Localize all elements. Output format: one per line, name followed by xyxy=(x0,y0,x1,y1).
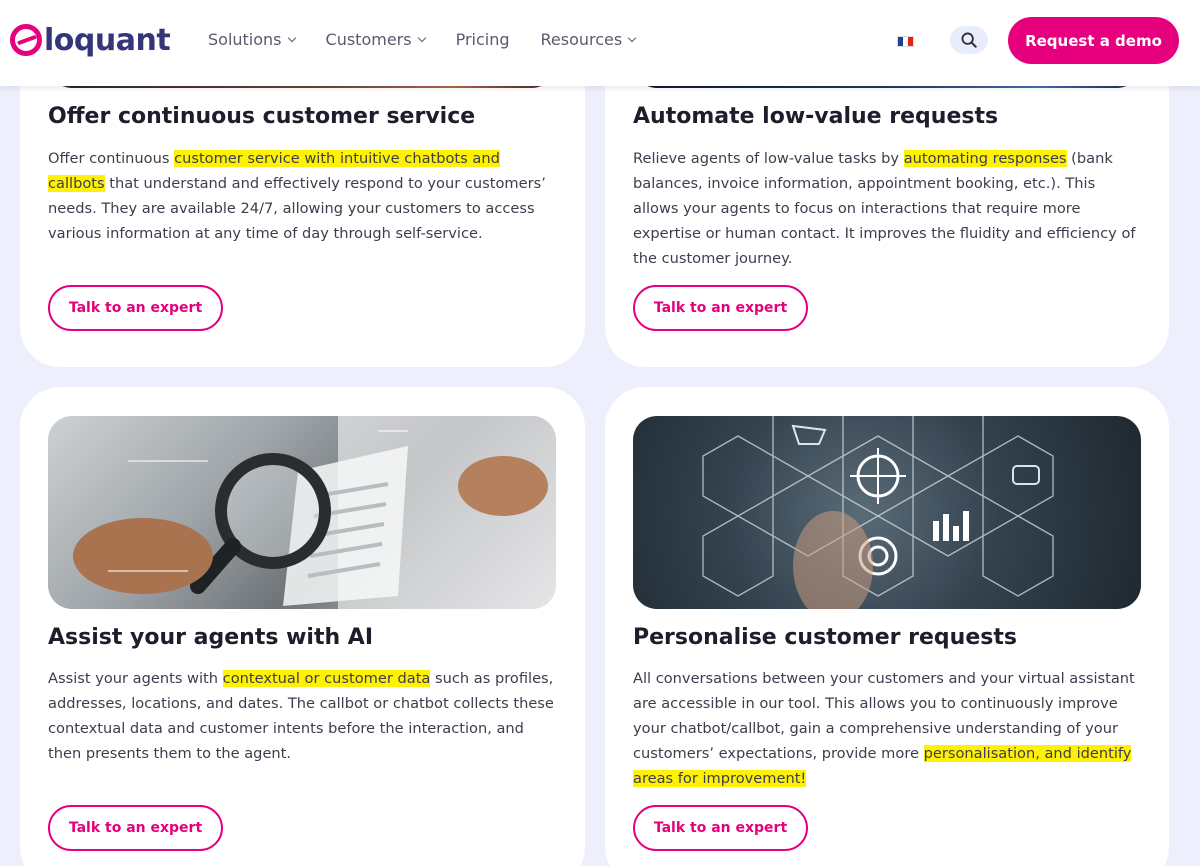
chevron-down-icon xyxy=(417,33,426,43)
talk-to-expert-button[interactable]: Talk to an expert xyxy=(48,285,223,331)
talk-to-expert-button[interactable]: Talk to an expert xyxy=(633,805,808,851)
card-description: Relieve agents of low-value tasks by aut… xyxy=(633,146,1143,271)
card-description: Offer continuous customer service with i… xyxy=(48,146,558,246)
nav-solutions-label: Solutions xyxy=(208,30,282,49)
talk-to-expert-button[interactable]: Talk to an expert xyxy=(633,285,808,331)
card-title: Automate low-value requests xyxy=(633,104,999,129)
nav-resources[interactable]: Resources xyxy=(540,30,637,49)
nav-customers-label: Customers xyxy=(325,30,412,49)
nav-resources-label: Resources xyxy=(540,30,623,49)
nav-pricing-label: Pricing xyxy=(455,30,510,49)
text-part: Offer continuous xyxy=(48,150,175,167)
text-part: Assist your agents with xyxy=(48,670,223,687)
site-header: loquant Solutions Customers Pricing Reso… xyxy=(0,0,1200,86)
card-description: All conversations between your customers… xyxy=(633,666,1143,791)
chevron-down-icon xyxy=(627,33,637,43)
card-title: Personalise customer requests xyxy=(633,625,1017,650)
card-image xyxy=(633,416,1141,609)
card-description: Assist your agents with contextual or cu… xyxy=(48,666,558,766)
card-title: Assist your agents with AI xyxy=(48,625,374,650)
text-part: Relieve agents of low-value tasks by xyxy=(633,150,904,167)
eloquant-logo[interactable]: loquant xyxy=(10,20,171,60)
search-icon xyxy=(961,32,977,48)
card-continuous-service: Offer continuous customer service Offer … xyxy=(20,40,585,367)
hexagon-network-illustration xyxy=(702,416,1054,609)
text-part: that understand and effectively respond … xyxy=(48,175,546,242)
logo-text: loquant xyxy=(44,22,171,58)
text-part: (bank balances, invoice information, app… xyxy=(633,150,1136,267)
card-image xyxy=(48,416,556,609)
magnifier-document-illustration xyxy=(73,416,556,609)
nav-solutions[interactable]: Solutions xyxy=(208,30,296,49)
french-flag-icon[interactable] xyxy=(897,36,914,47)
logo-e-icon xyxy=(10,24,42,56)
highlighted-text: automating responses xyxy=(903,150,1067,167)
main-nav: Solutions Customers Pricing Resources xyxy=(208,30,666,49)
search-button[interactable] xyxy=(950,26,988,54)
nav-customers[interactable]: Customers xyxy=(325,30,426,49)
chevron-down-icon xyxy=(287,33,296,43)
card-personalise-requests: Personalise customer requests All conver… xyxy=(605,387,1169,866)
talk-to-expert-button[interactable]: Talk to an expert xyxy=(48,805,223,851)
highlighted-text: contextual or customer data xyxy=(222,670,431,687)
card-assist-agents: Assist your agents with AI Assist your a… xyxy=(20,387,585,866)
request-demo-button[interactable]: Request a demo xyxy=(1008,17,1179,64)
card-automate-requests: Automate low-value requests Relieve agen… xyxy=(605,40,1169,367)
nav-pricing[interactable]: Pricing xyxy=(456,30,510,49)
card-title: Offer continuous customer service xyxy=(48,104,476,129)
